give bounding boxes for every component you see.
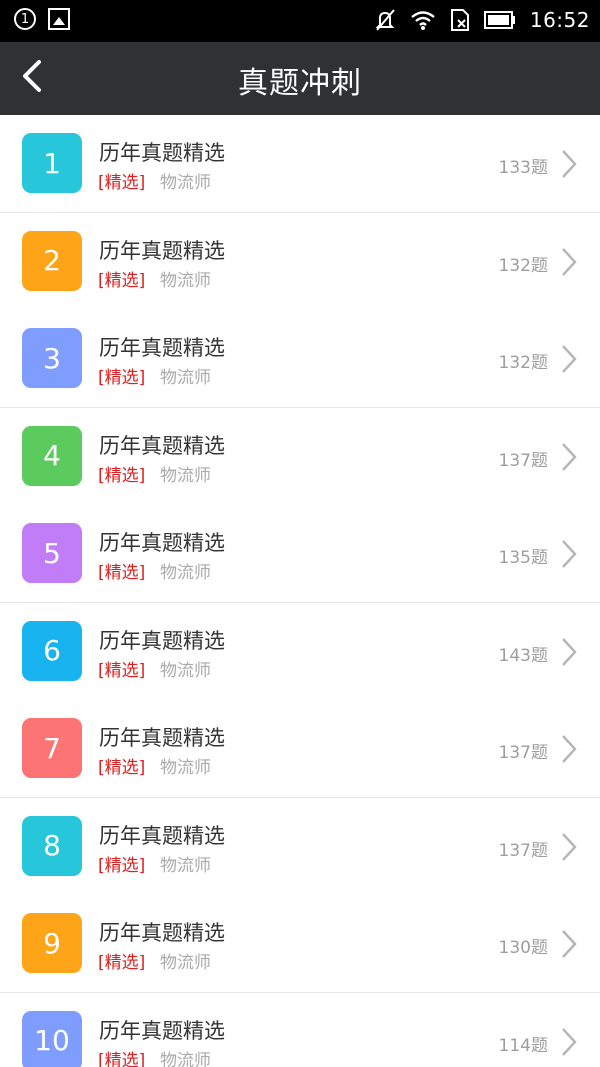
- chevron-right-icon: [562, 930, 577, 958]
- item-category: 物流师: [160, 855, 211, 876]
- item-tag: [精选]: [98, 465, 146, 486]
- list-item[interactable]: 5 历年真题精选 [精选] 物流师 135题: [0, 505, 600, 603]
- list-item[interactable]: 8 历年真题精选 [精选] 物流师 137题: [0, 797, 600, 896]
- app-toolbar: 真题冲刺: [0, 42, 600, 115]
- item-tag: [精选]: [98, 660, 146, 681]
- item-number-badge: 2: [22, 230, 82, 291]
- item-category: 物流师: [160, 563, 211, 583]
- item-number-badge: 5: [22, 523, 82, 583]
- item-category: 物流师: [160, 953, 211, 973]
- item-tag: [精选]: [98, 563, 146, 583]
- image-notification-icon: [48, 8, 70, 30]
- item-tag: [精选]: [98, 855, 146, 876]
- chevron-right-icon: [562, 1027, 577, 1056]
- chevron-right-icon: [562, 345, 577, 373]
- chevron-right-icon: [562, 540, 577, 568]
- item-question-count: 132题: [498, 353, 548, 373]
- item-question-count: 133题: [498, 158, 548, 178]
- item-tag: [精选]: [98, 953, 146, 973]
- chevron-right-icon: [562, 150, 577, 178]
- item-question-count: 130题: [498, 938, 548, 958]
- chevron-right-icon: [562, 735, 577, 763]
- item-title: 历年真题精选: [99, 921, 225, 945]
- item-category: 物流师: [160, 758, 211, 778]
- item-tag: [精选]: [98, 1050, 146, 1067]
- item-title: 历年真题精选: [99, 141, 225, 165]
- item-number-badge: 3: [22, 328, 82, 388]
- item-question-count: 135题: [498, 548, 548, 568]
- item-number-badge: 4: [22, 425, 82, 486]
- clock: 16:52: [529, 8, 590, 32]
- item-title: 历年真题精选: [99, 628, 225, 653]
- item-category: 物流师: [160, 270, 211, 291]
- item-title: 历年真题精选: [99, 1018, 225, 1043]
- item-number-badge: 10: [22, 1010, 82, 1067]
- item-question-count: 137题: [498, 450, 548, 471]
- wifi-icon: [411, 11, 435, 30]
- status-bar: 1 16:52: [0, 0, 600, 42]
- item-category: 物流师: [160, 660, 211, 681]
- item-question-count: 114题: [498, 1035, 548, 1056]
- list-item[interactable]: 7 历年真题精选 [精选] 物流师 137题: [0, 700, 600, 798]
- item-number-badge: 6: [22, 620, 82, 681]
- item-question-count: 137题: [498, 840, 548, 861]
- chevron-right-icon: [562, 832, 577, 861]
- list-item[interactable]: 3 历年真题精选 [精选] 物流师 132题: [0, 310, 600, 408]
- item-title: 历年真题精选: [99, 336, 225, 360]
- chevron-right-icon: [562, 442, 577, 471]
- item-category: 物流师: [160, 1050, 211, 1067]
- no-sim-icon: [450, 9, 469, 31]
- list-item[interactable]: 2 历年真题精选 [精选] 物流师 132题: [0, 212, 600, 311]
- item-tag: [精选]: [98, 758, 146, 778]
- exam-list: 1 历年真题精选 [精选] 物流师 133题 2 历年真题精选 [精选] 物流师…: [0, 115, 600, 1067]
- item-title: 历年真题精选: [99, 238, 225, 263]
- item-category: 物流师: [160, 173, 211, 193]
- item-tag: [精选]: [98, 368, 146, 388]
- list-item[interactable]: 10 历年真题精选 [精选] 物流师 114题: [0, 992, 600, 1067]
- item-category: 物流师: [160, 368, 211, 388]
- item-category: 物流师: [160, 465, 211, 486]
- item-number-badge: 7: [22, 718, 82, 778]
- list-item[interactable]: 1 历年真题精选 [精选] 物流师 133题: [0, 115, 600, 213]
- item-question-count: 143题: [498, 645, 548, 666]
- list-item[interactable]: 6 历年真题精选 [精选] 物流师 143题: [0, 602, 600, 701]
- page-title: 真题冲刺: [238, 66, 362, 101]
- mute-icon: [375, 9, 395, 31]
- item-tag: [精选]: [98, 173, 146, 193]
- item-question-count: 137题: [498, 743, 548, 763]
- list-item[interactable]: 9 历年真题精选 [精选] 物流师 130题: [0, 895, 600, 993]
- item-title: 历年真题精选: [99, 531, 225, 555]
- battery-icon: [483, 11, 515, 29]
- chevron-right-icon: [562, 247, 577, 276]
- item-tag: [精选]: [98, 270, 146, 291]
- list-item[interactable]: 4 历年真题精选 [精选] 物流师 137题: [0, 407, 600, 506]
- item-number-badge: 8: [22, 815, 82, 876]
- chevron-right-icon: [562, 637, 577, 666]
- item-number-badge: 9: [22, 913, 82, 973]
- item-question-count: 132题: [498, 255, 548, 276]
- notification-count-icon: 1: [14, 8, 36, 30]
- item-title: 历年真题精选: [99, 823, 225, 848]
- item-title: 历年真题精选: [99, 726, 225, 750]
- item-number-badge: 1: [22, 133, 82, 193]
- item-title: 历年真题精选: [99, 433, 225, 458]
